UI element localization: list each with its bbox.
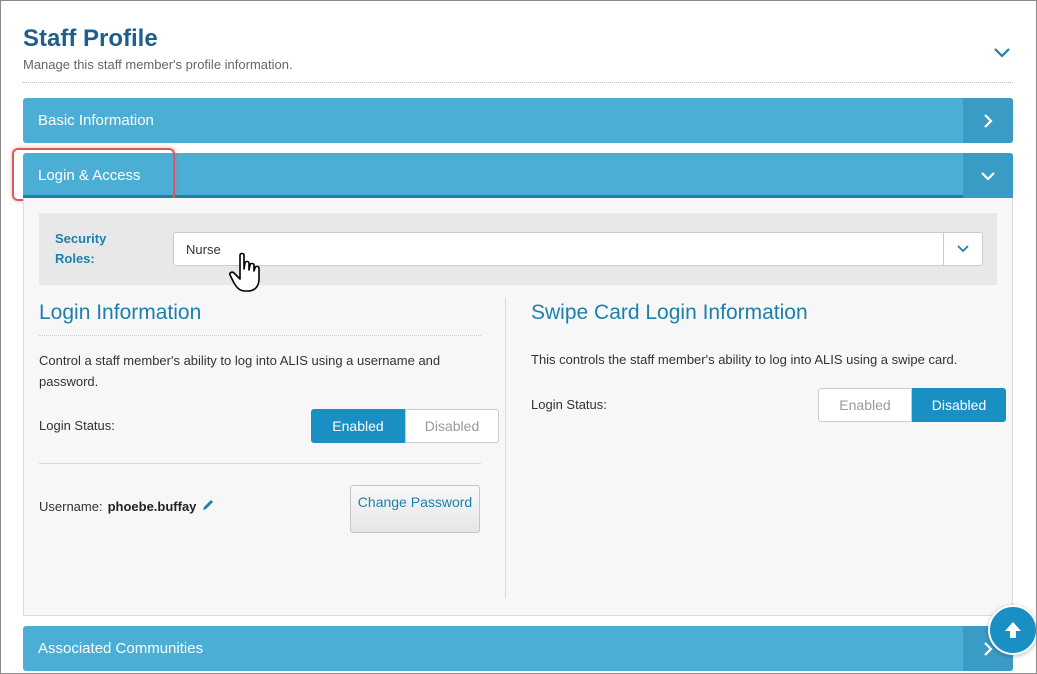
login-information-description: Control a staff member's ability to log … xyxy=(39,353,441,389)
security-roles-label: Security Roles: xyxy=(55,231,107,266)
chevron-down-icon[interactable] xyxy=(991,41,1013,63)
change-password-button[interactable]: Change Password xyxy=(350,485,480,533)
arrow-up-icon xyxy=(1005,622,1021,638)
login-disabled-button[interactable]: Disabled xyxy=(405,409,499,443)
swipe-card-section: Swipe Card Login Information This contro… xyxy=(531,301,1007,370)
login-enabled-button[interactable]: Enabled xyxy=(311,409,405,443)
username-row: Username: phoebe.buffay xyxy=(39,498,215,515)
page-subtitle: Manage this staff member's profile infor… xyxy=(23,57,293,72)
chevron-down-icon[interactable] xyxy=(963,153,1013,198)
column-divider xyxy=(505,298,506,598)
page-header: Staff Profile Manage this staff member's… xyxy=(23,25,1013,83)
panel-basic-information[interactable]: Basic Information xyxy=(23,98,1013,143)
hand-cursor-icon xyxy=(226,251,266,295)
login-information-title: Login Information xyxy=(39,301,202,324)
divider xyxy=(39,335,481,336)
swipe-card-title: Swipe Card Login Information xyxy=(531,301,808,324)
login-information-section: Login Information Control a staff member… xyxy=(39,301,481,392)
swipe-enabled-button[interactable]: Enabled xyxy=(818,388,912,422)
chevron-right-icon[interactable] xyxy=(963,98,1013,143)
security-roles-row: Security Roles: Nurse xyxy=(39,213,997,285)
security-roles-value: Nurse xyxy=(186,242,221,257)
security-roles-select[interactable]: Nurse xyxy=(173,232,983,266)
swipe-card-description: This controls the staff member's ability… xyxy=(531,352,958,367)
panel-basic-information-label: Basic Information xyxy=(38,112,154,129)
highlight-box xyxy=(12,148,175,201)
login-access-body: Security Roles: Nurse Login Information … xyxy=(23,198,1013,616)
swipe-status-label: Login Status: xyxy=(531,397,607,412)
chevron-down-icon[interactable] xyxy=(943,233,982,265)
login-status-label: Login Status: xyxy=(39,418,115,433)
panel-associated-communities-label: Associated Communities xyxy=(38,640,204,657)
app-frame: Staff Profile Manage this staff member's… xyxy=(0,0,1037,674)
login-status-toggle[interactable]: Enabled Disabled xyxy=(311,409,499,443)
panel-associated-communities[interactable]: Associated Communities xyxy=(23,626,1013,671)
scroll-to-top-button[interactable] xyxy=(988,605,1036,655)
divider xyxy=(39,463,481,464)
username-value: phoebe.buffay xyxy=(107,499,197,514)
swipe-status-toggle[interactable]: Enabled Disabled xyxy=(818,388,1006,422)
pencil-icon[interactable] xyxy=(201,498,215,515)
page-title: Staff Profile xyxy=(23,25,158,52)
swipe-disabled-button[interactable]: Disabled xyxy=(912,388,1006,422)
username-label: Username: xyxy=(39,499,103,514)
